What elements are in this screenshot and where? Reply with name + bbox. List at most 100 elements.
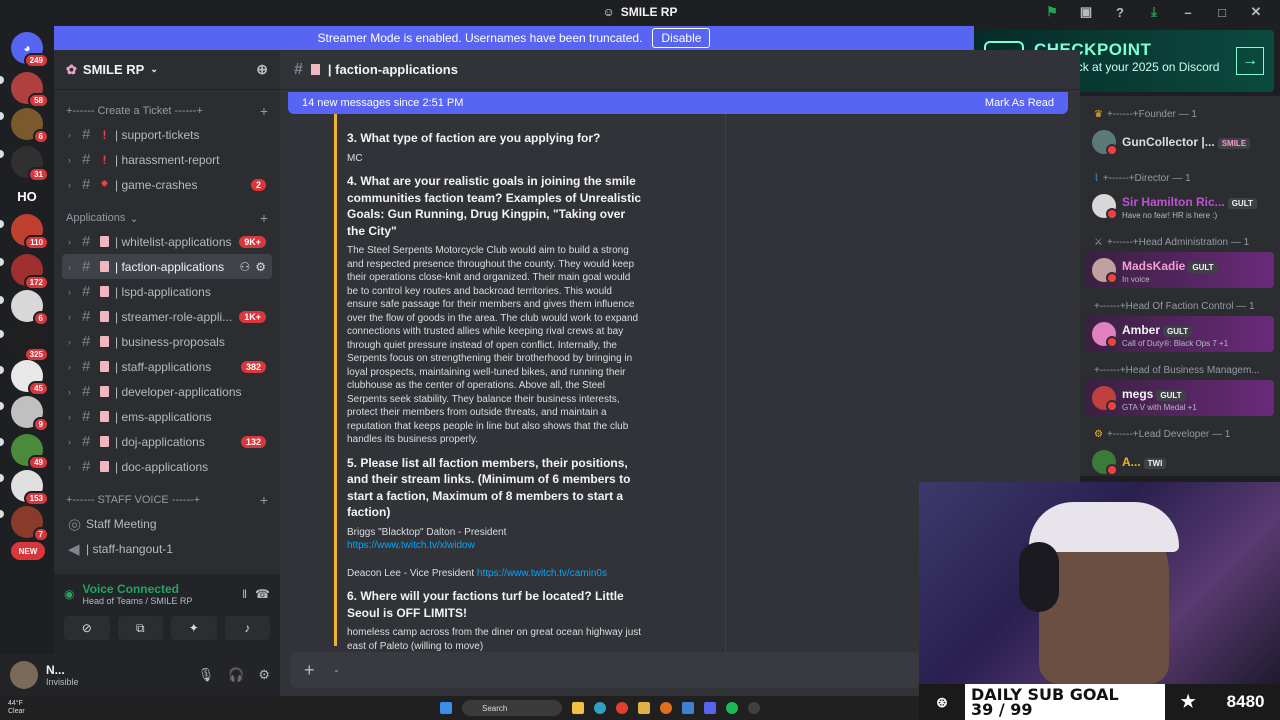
close-button[interactable]: ✕ [1246, 2, 1266, 22]
channel-harassment-report[interactable]: › #! | harassment-report [62, 147, 272, 172]
channel-support-tickets[interactable]: › #! | support-tickets [62, 122, 272, 147]
server-icon[interactable]: 153 [11, 470, 49, 506]
minimize-button[interactable]: – [1178, 2, 1198, 22]
server-icon[interactable]: 45 [11, 360, 49, 396]
hash-icon: # [82, 308, 91, 325]
server-icon[interactable]: 49 [11, 434, 49, 470]
member-item[interactable]: GunCollector |... SMILE [1086, 124, 1274, 160]
voice-status-channel[interactable]: Head of Teams / SMILE RP [82, 596, 192, 606]
server-icon[interactable]: 58 [11, 72, 49, 108]
category-staff-voice[interactable]: +------ STAFF VOICE ------+ + [54, 489, 280, 511]
channel-business-proposals[interactable]: › # | business-proposals [62, 329, 272, 354]
member-item[interactable]: megs GULT GTA V with Medal +1 [1086, 380, 1274, 416]
folder-icon[interactable] [638, 702, 650, 714]
answer-3: MC [347, 152, 363, 164]
voice-channel-staff-hangout[interactable]: ◀ | staff-hangout-1 [62, 536, 272, 561]
headphones-icon[interactable]: 🎧 [228, 667, 244, 683]
category-create-ticket[interactable]: +------ Create a Ticket ------+ + [54, 100, 280, 122]
unread-indicator [0, 112, 4, 120]
channel-doj-applications[interactable]: › # | doj-applications 132 [62, 429, 272, 454]
server-icon[interactable]: 6 [11, 108, 49, 144]
channel-staff-applications[interactable]: › # | staff-applications 382 [62, 354, 272, 379]
hash-icon: # [82, 176, 91, 193]
store-icon[interactable] [682, 702, 694, 714]
avatar [1092, 258, 1118, 284]
new-messages-bar[interactable]: 14 new messages since 2:51 PM Mark As Re… [288, 92, 1068, 114]
stream-link[interactable]: https://www.twitch.tv/camin0s [477, 568, 607, 579]
camera-off-button[interactable]: ⊘ [64, 616, 110, 640]
windows-start-icon[interactable] [440, 702, 452, 714]
server-icon[interactable]: 31 [11, 146, 49, 182]
server-icon[interactable]: ◕ 249 [11, 32, 49, 68]
add-user-icon[interactable]: ⊕ [256, 61, 268, 78]
activities-button[interactable]: ✦ [171, 616, 217, 640]
voice-status-title[interactable]: Voice Connected [82, 582, 192, 596]
add-channel-icon[interactable]: + [260, 103, 268, 119]
arrow-right-icon[interactable]: → [1236, 47, 1264, 75]
maximize-button[interactable]: □ [1212, 2, 1232, 22]
server-icon[interactable]: 9 [11, 396, 49, 432]
member-item[interactable]: Amber GULT Call of Duty®: Black Ops 7 +1 [1086, 316, 1274, 352]
category-applications[interactable]: Applications ⌄ + [54, 207, 280, 229]
member-item[interactable]: MadsKadie GULT In voice [1086, 252, 1274, 288]
message-composer[interactable]: + - [290, 652, 920, 688]
mark-as-read-button[interactable]: Mark As Read [985, 97, 1054, 109]
channel-lspd-applications[interactable]: › # | lspd-applications [62, 279, 272, 304]
stream-link[interactable]: https://www.twitch.tv/xlwidow [347, 539, 643, 553]
edge-icon[interactable] [594, 702, 606, 714]
server-icon[interactable]: 7 [11, 506, 49, 542]
spotify-icon[interactable] [726, 702, 738, 714]
server-icon[interactable]: NEW [11, 542, 45, 560]
server-icon[interactable]: 325 [11, 326, 49, 362]
add-channel-icon[interactable]: + [260, 492, 268, 508]
username[interactable]: N... [46, 663, 79, 677]
server-icon[interactable]: HO [11, 180, 43, 212]
question-5: 5. Please list all faction members, thei… [347, 455, 631, 520]
add-member-icon[interactable]: ⚇ [239, 260, 250, 274]
weather-widget[interactable]: 44°F Clear [8, 700, 25, 716]
screen-share-button[interactable]: ⧉ [117, 616, 163, 640]
member-name: MadsKadie [1122, 258, 1186, 273]
channel-game-crashes[interactable]: › # ✸ | game-crashes 2 [62, 172, 272, 197]
disconnect-icon[interactable]: ☎ [255, 587, 270, 601]
avatar[interactable] [10, 661, 38, 689]
channel-whitelist-applications[interactable]: › # | whitelist-applications 9K+ [62, 229, 272, 254]
channel-ems-applications[interactable]: › # | ems-applications [62, 404, 272, 429]
gear-icon[interactable]: ⚙ [255, 260, 266, 274]
hash-icon: # [82, 233, 91, 250]
channel-faction-applications[interactable]: › # | faction-applications ⚇ ⚙ [62, 254, 272, 279]
channel-streamer-role-applications[interactable]: › # | streamer-role-appli... 1K+ [62, 304, 272, 329]
disable-streamer-mode-button[interactable]: Disable [652, 28, 711, 48]
discord-icon[interactable] [704, 702, 716, 714]
noise-suppression-icon[interactable]: ‖ [242, 587, 247, 601]
chevron-right-icon: › [68, 129, 71, 140]
user-status: Invisible [46, 677, 79, 687]
firefox-icon[interactable] [660, 702, 672, 714]
message-input[interactable]: - [335, 663, 339, 677]
taskbar-search[interactable]: Search [462, 700, 562, 716]
file-explorer-icon[interactable] [572, 702, 584, 714]
server-header[interactable]: ✿ SMILE RP ⌄ ⊕ [54, 50, 280, 90]
voice-channel-staff-meeting[interactable]: ◎ Staff Meeting [62, 511, 272, 536]
chrome-icon[interactable] [616, 702, 628, 714]
member-item[interactable]: A... TWI [1086, 444, 1274, 476]
add-channel-icon[interactable]: + [260, 210, 268, 226]
server-icon[interactable]: 6 [11, 290, 49, 326]
member-item[interactable]: Sir Hamilton Ric... GULT Have no fear! HR … [1086, 188, 1274, 224]
gear-icon[interactable]: ⚙ [258, 667, 270, 683]
microphone-icon[interactable]: 🎙 [198, 667, 215, 683]
server-icon[interactable]: 172 [11, 254, 49, 290]
soundboard-button[interactable]: ♪ [224, 616, 270, 640]
help-icon[interactable]: ? [1110, 2, 1130, 22]
inbox-icon[interactable]: ▣ [1076, 2, 1096, 22]
server-tag: GULT [1156, 389, 1186, 401]
obs-icon[interactable] [748, 702, 760, 714]
burst-icon: ✸ [100, 179, 109, 190]
swords-icon: ⚔ [1094, 236, 1103, 248]
plus-icon[interactable]: + [304, 660, 315, 681]
flag-icon[interactable]: ⚑ [1042, 2, 1062, 22]
download-icon[interactable]: ⤓ [1144, 2, 1164, 22]
channel-developer-applications[interactable]: › # | developer-applications [62, 379, 272, 404]
server-icon[interactable]: 110 [11, 214, 49, 250]
channel-doc-applications[interactable]: › # | doc-applications [62, 454, 272, 479]
